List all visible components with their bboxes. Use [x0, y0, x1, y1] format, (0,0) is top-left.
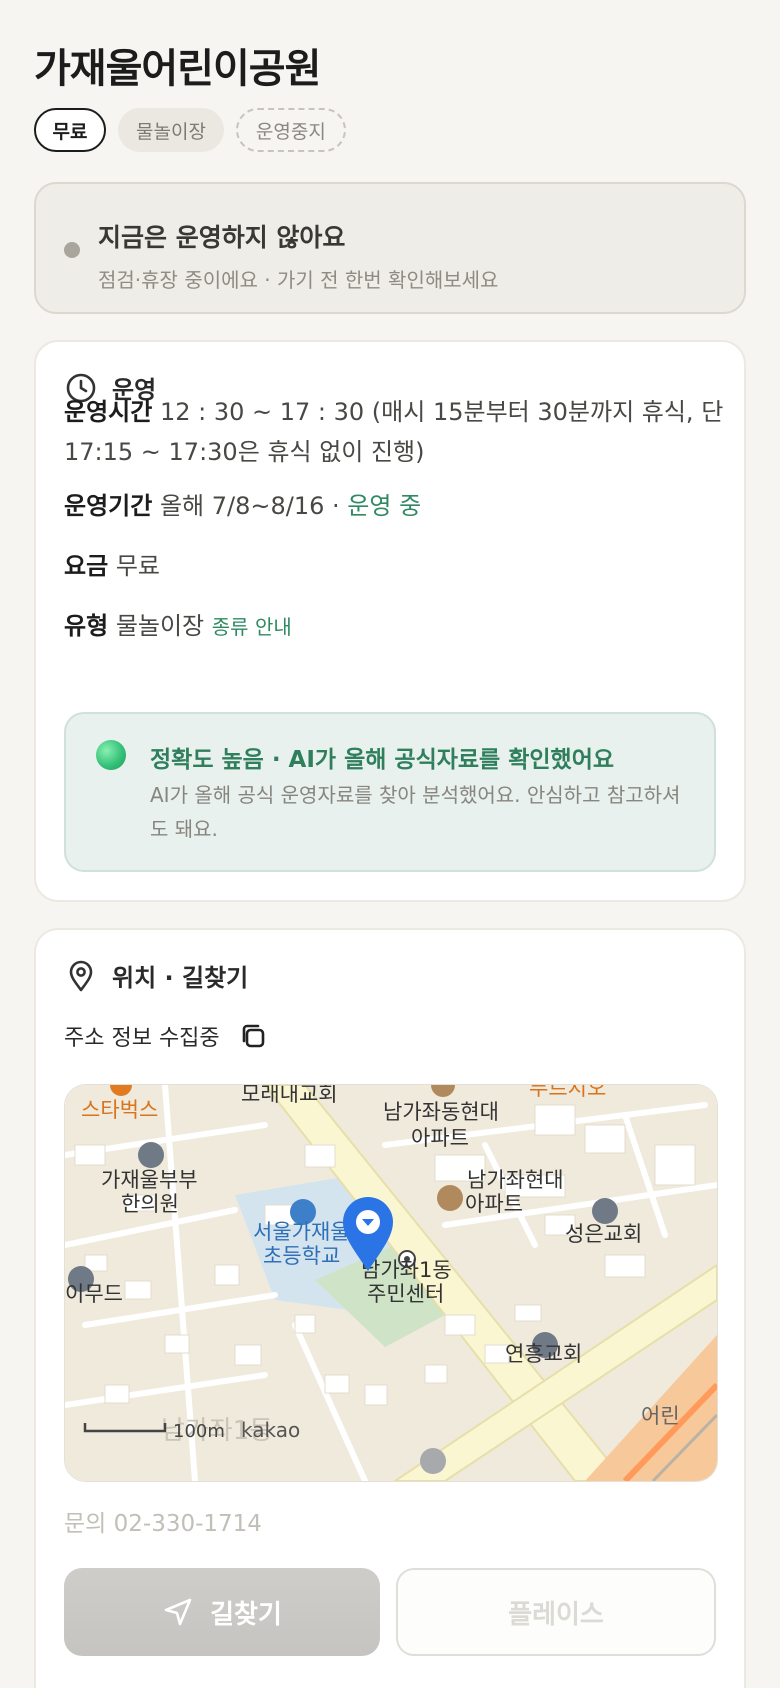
- map-label-church1: 모래내교회: [241, 1085, 338, 1106]
- type-value: 물놀이장: [115, 612, 205, 640]
- map-label-clinic-b: 한의원: [121, 1192, 179, 1216]
- ai-orb-icon: [96, 740, 126, 770]
- address-text: 주소 정보 수집중: [64, 1026, 220, 1051]
- map-label-clinic-a: 가재울부부: [101, 1168, 198, 1192]
- notice-subtitle: 점검·휴장 중이에요 · 가기 전 한번 확인해보세요: [98, 268, 499, 292]
- location-header: 위치 · 길찾기: [64, 958, 248, 993]
- page-title: 가재울어린이공원: [34, 46, 321, 92]
- map-label-school-a: 서울가재울: [253, 1220, 350, 1244]
- place-button[interactable]: 플레이스: [396, 1568, 716, 1656]
- map-view[interactable]: 스타벅스 모래내교회 남가좌동현대 아파트 푸르지오 남가좌현대 아파트 성은교…: [64, 1084, 718, 1482]
- address-row: 주소 정보 수집중: [64, 1020, 268, 1052]
- map-label-starbucks: 스타벅스: [81, 1098, 158, 1122]
- ai-accuracy-box: 정확도 높음 · AI가 올해 공식자료를 확인했어요 AI가 올해 공식 운영…: [64, 712, 716, 872]
- ai-description: AI가 올해 공식 운영자료를 찾아 분석했어요. 안심하고 참고하셔도 돼요.: [150, 783, 681, 841]
- location-pin-icon: [69, 960, 93, 991]
- status-tag[interactable]: 운영중지: [235, 108, 346, 152]
- page: 가재울어린이공원 무료 물놀이장 운영중지 지금은 운영하지 않아요 점검·휴장…: [0, 0, 780, 1688]
- type-row: 유형 물놀이장 종류 안내: [64, 606, 724, 647]
- map-label-edge: 어린: [641, 1404, 680, 1428]
- map-label-center-a: 남가좌1동: [361, 1258, 452, 1282]
- hours-row: 운영시간 12 : 30 ~ 17 : 30 (매시 15분부터 30분까지 휴…: [64, 392, 724, 472]
- map-label-imud: 이무드: [65, 1282, 123, 1306]
- map-label-school-b: 초등학교: [263, 1244, 340, 1268]
- fee-label: 요금: [64, 552, 109, 580]
- type-label: 유형: [64, 612, 109, 640]
- map-label-top-right: 푸르지오: [529, 1085, 606, 1100]
- map-brand-label: kakao: [241, 1418, 300, 1442]
- operation-card: 운영 운영시간 12 : 30 ~ 17 : 30 (매시 15분부터 30분까…: [34, 340, 746, 902]
- map-scale-label: 100m: [173, 1421, 225, 1442]
- hours-value: 12 : 30 ~ 17 : 30 (매시 15분부터 30분까지 휴식, 단 …: [64, 398, 724, 466]
- contact-phone[interactable]: 문의 02-330-1714: [64, 1504, 262, 1538]
- tag-list: 무료 물놀이장 운영중지: [34, 108, 346, 152]
- map-label-church2: 성은교회: [565, 1222, 642, 1246]
- period-status: 운영 중: [347, 492, 422, 520]
- status-dot-icon: [64, 242, 80, 258]
- fee-value: 무료: [115, 552, 160, 580]
- map-label-center-b: 주민센터: [367, 1282, 444, 1306]
- notice-title: 지금은 운영하지 않아요: [98, 223, 346, 252]
- map-label-church3: 연흥교회: [505, 1342, 582, 1366]
- route-button[interactable]: 길찾기: [64, 1568, 380, 1656]
- navigation-arrow-icon: [164, 1598, 192, 1626]
- map-label-apt2b: 아파트: [465, 1192, 523, 1216]
- map-label-apt1a: 남가좌동현대: [383, 1100, 499, 1124]
- map-canvas[interactable]: 스타벅스 모래내교회 남가좌동현대 아파트 푸르지오 남가좌현대 아파트 성은교…: [65, 1085, 717, 1481]
- fee-tag[interactable]: 무료: [34, 108, 106, 152]
- location-title: 위치 · 길찾기: [112, 964, 249, 992]
- copy-icon[interactable]: [238, 1021, 268, 1051]
- period-value: 올해 7/8~8/16 ·: [159, 492, 348, 520]
- ai-title: 정확도 높음 · AI가 올해 공식자료를 확인했어요: [150, 747, 615, 773]
- fee-row: 요금 무료: [64, 546, 724, 586]
- period-row: 운영기간 올해 7/8~8/16 · 운영 중: [64, 486, 724, 526]
- type-tag[interactable]: 물놀이장: [118, 108, 224, 152]
- hours-label: 운영시간: [64, 398, 153, 426]
- closed-notice: 지금은 운영하지 않아요 점검·휴장 중이에요 · 가기 전 한번 확인해보세요: [34, 182, 746, 314]
- map-label-apt1b: 아파트: [411, 1126, 469, 1150]
- type-guide-link[interactable]: 종류 안내: [212, 615, 292, 639]
- period-label: 운영기간: [64, 492, 153, 520]
- map-label-apt2a: 남가좌현대: [467, 1168, 564, 1192]
- route-button-label: 길찾기: [210, 1599, 282, 1630]
